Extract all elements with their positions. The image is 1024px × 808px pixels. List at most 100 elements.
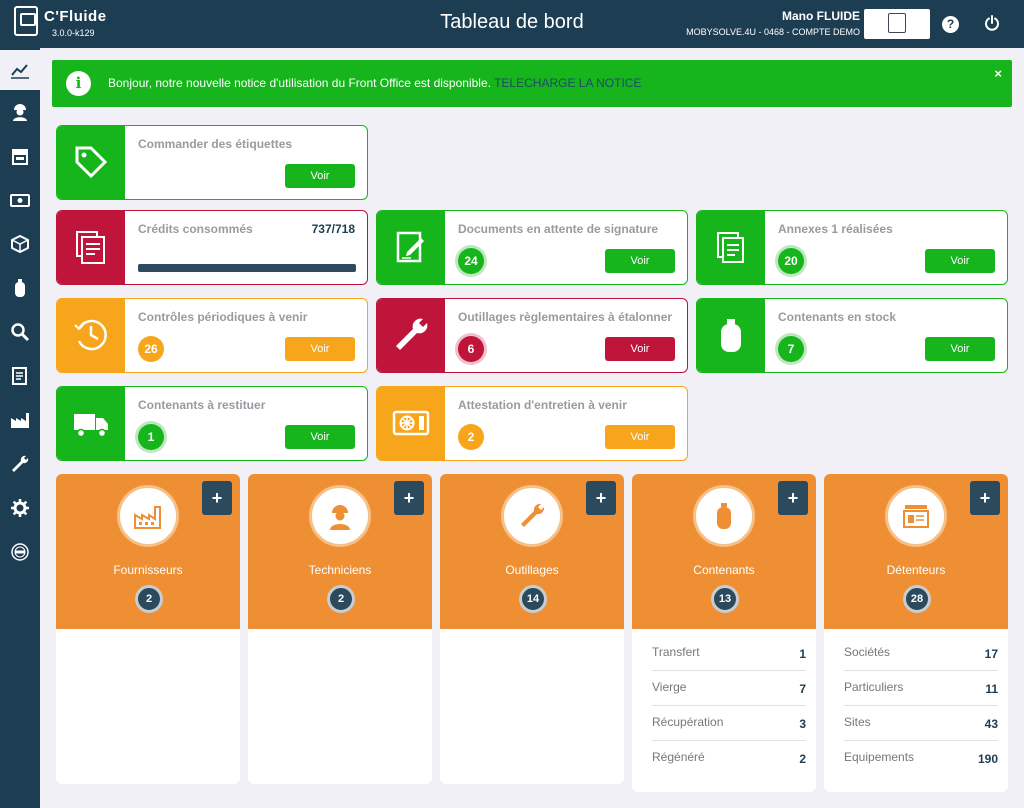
sidebar-item-settings[interactable] [0, 488, 40, 528]
add-fournisseur-button[interactable]: + [202, 481, 232, 515]
voir-button[interactable]: Voir [285, 425, 355, 449]
list-item[interactable]: Equipements 190 [844, 741, 998, 776]
sidebar [0, 48, 40, 808]
gas-bottle-icon [15, 279, 25, 297]
panel-count: 14 [519, 585, 547, 613]
close-icon[interactable]: × [994, 66, 1002, 81]
company-logo [864, 9, 930, 39]
sidebar-item-tools[interactable] [0, 444, 40, 484]
info-icon: i [66, 71, 91, 96]
download-notice-link[interactable]: TELECHARGE LA NOTICE [494, 76, 641, 90]
add-detenteur-button[interactable]: + [970, 481, 1000, 515]
card-title: Outillages règlementaires à étalonner [458, 310, 673, 324]
certification-icon [11, 543, 29, 561]
alert-message: Bonjour, notre nouvelle notice d'utilisa… [108, 76, 642, 90]
panel-outillages: + Outillages 14 [440, 474, 624, 784]
add-contenant-button[interactable]: + [778, 481, 808, 515]
search-icon [11, 323, 30, 342]
wrench-icon [396, 318, 428, 350]
gas-bottle-icon [717, 503, 731, 529]
panel-count: 28 [903, 585, 931, 613]
add-technicien-button[interactable]: + [394, 481, 424, 515]
panel-count: 2 [327, 585, 355, 613]
sidebar-item-containers[interactable] [0, 268, 40, 308]
card-credits: Crédits consommés 737/718 [56, 210, 368, 285]
count-badge: 1 [138, 424, 164, 450]
panel-detenteurs: + Détenteurs 28 Sociétés 17 Particuliers 1… [824, 474, 1008, 792]
id-card-icon [903, 505, 929, 528]
panel-techniciens: + Techniciens 2 [248, 474, 432, 784]
count-badge: 26 [138, 336, 164, 362]
count-badge: 24 [458, 248, 484, 274]
sidebar-item-certification[interactable] [0, 532, 40, 572]
list-item[interactable]: Particuliers 11 [844, 671, 998, 706]
wrench-icon [12, 455, 29, 472]
progress-fill [138, 264, 356, 272]
sidebar-item-packages[interactable] [0, 224, 40, 264]
sidebar-item-suppliers[interactable] [0, 400, 40, 440]
list-item[interactable]: Récupération 3 [652, 706, 806, 741]
sidebar-item-stores[interactable] [0, 136, 40, 176]
card-outillages-etalonner: Outillages règlementaires à étalonner 6 … [376, 298, 688, 373]
card-attestation: Attestation d'entretien à venir 2 Voir [376, 386, 688, 461]
annex-icon [717, 232, 744, 263]
voir-button[interactable]: Voir [925, 337, 995, 361]
voir-button[interactable]: Voir [605, 425, 675, 449]
list-item[interactable]: Transfert 1 [652, 636, 806, 671]
card-title: Annexes 1 réalisées [778, 222, 893, 236]
card-title: Attestation d'entretien à venir [458, 398, 627, 412]
count-badge: 2 [458, 424, 484, 450]
panel-fournisseurs: + Fournisseurs 2 [56, 474, 240, 784]
panel-count: 13 [711, 585, 739, 613]
credits-progress-bar [138, 264, 356, 272]
tag-icon [75, 146, 108, 179]
card-contenants-restituer: Contenants à restituer 1 Voir [56, 386, 368, 461]
banknote-icon [10, 194, 30, 207]
storefront-icon [12, 149, 28, 165]
credits-value: 737/718 [311, 222, 355, 236]
card-title: Crédits consommés [138, 222, 253, 236]
document-icon [12, 367, 27, 385]
sidebar-item-search[interactable] [0, 312, 40, 352]
power-icon[interactable] [984, 15, 1000, 31]
voir-button[interactable]: Voir [285, 164, 355, 188]
list-item[interactable]: Sociétés 17 [844, 636, 998, 671]
panel-label: Contenants [693, 563, 755, 577]
card-controles: Contrôles périodiques à venir 26 Voir [56, 298, 368, 373]
sidebar-item-finance[interactable] [0, 180, 40, 220]
gear-icon [11, 499, 29, 517]
list-item[interactable]: Sites 43 [844, 706, 998, 741]
sign-icon [396, 231, 424, 263]
chart-line-icon [11, 64, 29, 79]
panel-label: Détenteurs [886, 563, 946, 577]
list-item[interactable]: Régénéré 2 [652, 741, 806, 776]
panel-contenants: + Contenants 13 Transfert 1 Vierge 7 Récup… [632, 474, 816, 792]
truck-icon [74, 414, 108, 438]
wrench-icon [521, 503, 545, 527]
unit-icon [392, 410, 430, 436]
panel-count: 2 [135, 585, 163, 613]
voir-button[interactable]: Voir [605, 337, 675, 361]
voir-button[interactable]: Voir [925, 249, 995, 273]
help-icon[interactable]: ? [942, 16, 959, 33]
box-icon [11, 234, 29, 254]
voir-button[interactable]: Voir [285, 337, 355, 361]
technician-icon [13, 104, 27, 121]
panel-label: Outillages [505, 563, 559, 577]
sidebar-item-technicians[interactable] [0, 92, 40, 132]
list-item[interactable]: Vierge 7 [652, 671, 806, 706]
user-name[interactable]: Mano FLUIDE [782, 9, 860, 23]
factory-icon [11, 413, 29, 428]
clock-icon [74, 319, 107, 351]
card-title: Commander des étiquettes [138, 137, 293, 151]
panel-label: Fournisseurs [113, 563, 183, 577]
count-badge: 6 [458, 336, 484, 362]
add-outillage-button[interactable]: + [586, 481, 616, 515]
card-title: Contrôles périodiques à venir [138, 310, 308, 324]
voir-button[interactable]: Voir [605, 249, 675, 273]
user-company: MOBYSOLVE.4U - 0468 - COMPTE DEMO [686, 27, 860, 37]
sidebar-item-dashboard[interactable] [0, 50, 40, 90]
sidebar-item-documents[interactable] [0, 356, 40, 396]
app-header: C'Fluide 3.0.0-k129 Tableau de bord Mano… [0, 0, 1024, 48]
card-etiquettes: Commander des étiquettes Voir [56, 125, 368, 200]
